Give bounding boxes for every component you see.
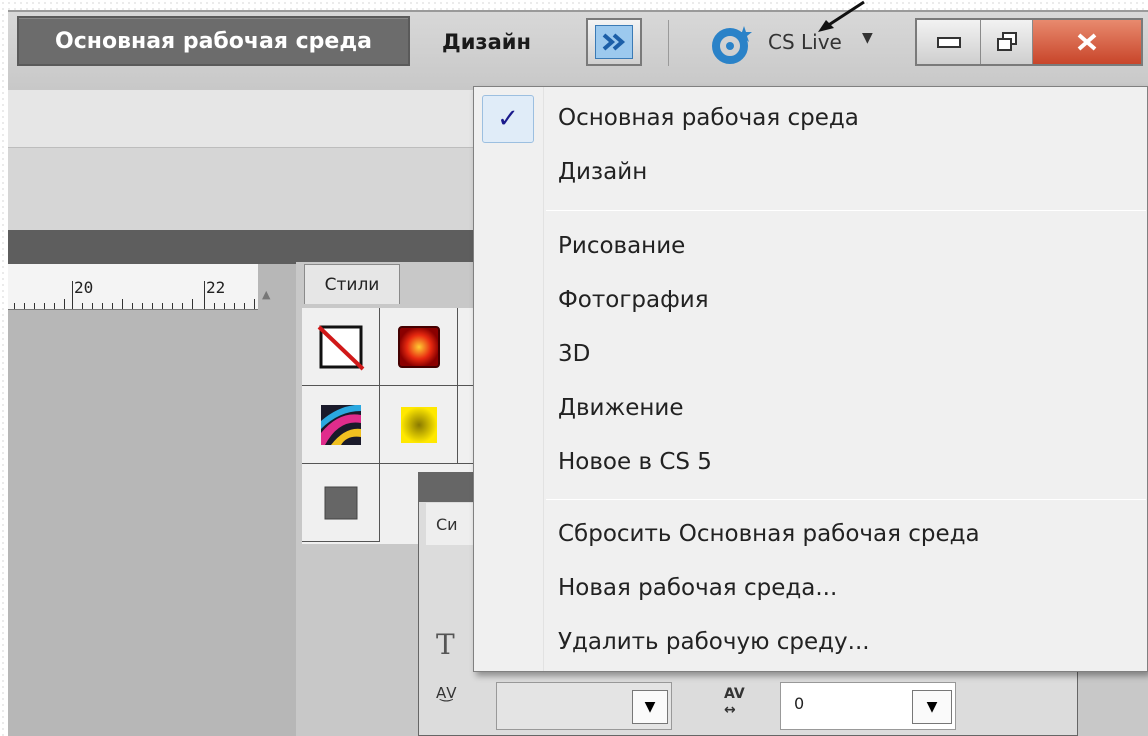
font-size-icon: T bbox=[436, 628, 455, 661]
workspace-design-button[interactable]: Дизайн bbox=[442, 30, 531, 54]
options-bar bbox=[8, 90, 478, 148]
restore-button[interactable] bbox=[981, 20, 1033, 64]
document-canvas[interactable] bbox=[8, 264, 296, 736]
menu-item-photography[interactable]: Фотография bbox=[558, 287, 709, 313]
style-swatch-red[interactable] bbox=[380, 308, 458, 386]
kerning-icon: A͜V bbox=[436, 684, 457, 702]
tab-styles[interactable]: Стили bbox=[304, 264, 400, 304]
more-workspaces-button[interactable] bbox=[586, 18, 642, 66]
chevron-down-icon[interactable]: ▼ bbox=[912, 690, 952, 724]
restore-icon bbox=[996, 32, 1017, 51]
window-controls bbox=[915, 18, 1143, 66]
menu-item-painting[interactable]: Рисование bbox=[558, 233, 685, 259]
style-swatch-none[interactable] bbox=[302, 308, 380, 386]
tracking-value: 0 bbox=[794, 694, 805, 713]
style-swatch-gold[interactable] bbox=[380, 386, 458, 464]
check-icon: ✓ bbox=[482, 95, 534, 143]
minimize-icon bbox=[936, 37, 961, 48]
close-button[interactable] bbox=[1033, 20, 1141, 64]
ruler-label: 22 bbox=[206, 278, 226, 297]
style-swatch-gray[interactable] bbox=[302, 464, 380, 542]
chevron-down-icon[interactable]: ▼ bbox=[632, 690, 668, 724]
menu-item-new-workspace[interactable]: Новая рабочая среда... bbox=[558, 575, 837, 601]
document-tab-bar bbox=[8, 230, 478, 264]
tab-character[interactable]: Си bbox=[426, 503, 476, 545]
menu-item-motion[interactable]: Движение bbox=[558, 395, 683, 421]
close-icon bbox=[1077, 33, 1097, 51]
options-bar-lower bbox=[8, 148, 478, 230]
tracking-icon: AV ↔ bbox=[724, 686, 745, 718]
menu-gutter bbox=[474, 87, 544, 671]
menu-item-essentials[interactable]: Основная рабочая среда bbox=[558, 105, 859, 131]
workspace-dropdown-menu: ✓ Основная рабочая среда Дизайн Рисовани… bbox=[473, 86, 1148, 672]
style-swatch-multicolor[interactable] bbox=[302, 386, 380, 464]
cs-live-icon[interactable] bbox=[710, 22, 756, 66]
menu-item-3d[interactable]: 3D bbox=[558, 341, 590, 367]
workspace-switcher-button[interactable]: Основная рабочая среда bbox=[17, 16, 410, 66]
workspace-switcher-label: Основная рабочая среда bbox=[55, 28, 372, 54]
scroll-up-arrow[interactable]: ▲ bbox=[262, 288, 270, 301]
menu-item-reset-workspace[interactable]: Сбросить Основная рабочая среда bbox=[558, 521, 980, 547]
menu-item-design[interactable]: Дизайн bbox=[558, 159, 647, 185]
menu-separator bbox=[546, 210, 1146, 211]
double-chevron-icon bbox=[595, 25, 633, 59]
toolbar-divider bbox=[668, 20, 669, 66]
ruler-label: 20 bbox=[74, 278, 94, 297]
horizontal-ruler: 20 22 bbox=[8, 264, 258, 310]
menu-separator bbox=[546, 499, 1146, 500]
menu-item-delete-workspace[interactable]: Удалить рабочую среду... bbox=[558, 629, 870, 655]
menu-item-new-in-cs5[interactable]: Новое в CS 5 bbox=[558, 449, 712, 475]
pointer-arrow-icon bbox=[818, 0, 865, 32]
minimize-button[interactable] bbox=[917, 20, 981, 64]
